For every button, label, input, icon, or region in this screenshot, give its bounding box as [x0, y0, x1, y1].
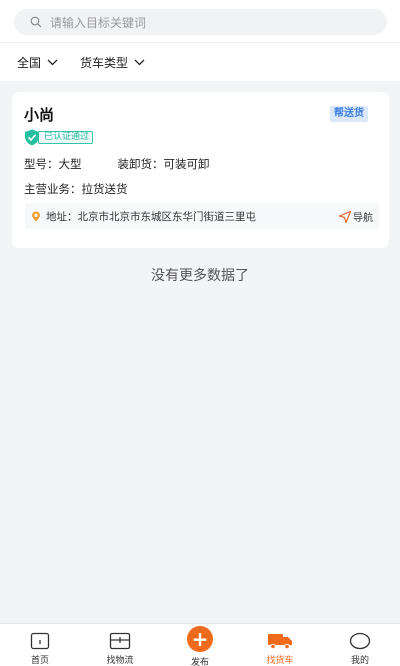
service-badge: 帮送货: [330, 106, 368, 122]
search-icon: [30, 16, 42, 28]
model-info: 型号：大型: [24, 156, 82, 172]
search-placeholder: 请输入目标关键词: [50, 15, 147, 30]
navigate-button[interactable]: 导航: [339, 209, 373, 224]
loading-info: 装卸货：可装可卸: [118, 156, 210, 172]
filter-truck-type-label: 货车类型: [80, 56, 129, 70]
plus-icon: +: [187, 626, 213, 652]
business-info: 主营业务：拉货送货: [24, 181, 128, 197]
tab-logistics[interactable]: 找物流: [80, 624, 160, 666]
navigate-label: 导航: [353, 213, 373, 224]
top-bar: 请输入目标关键词 全国 货车类型: [0, 0, 400, 81]
address-bar: 地址： 北京市北京市东城区东华门街道三里屯 导航: [25, 203, 379, 229]
driver-name: 小尚: [24, 106, 55, 124]
navigation-arrow-icon: [339, 210, 351, 223]
bottom-tab-bar: 首页 找物流 + 发布 找货车 我的: [0, 623, 400, 666]
loading-label: 装卸货：: [117, 157, 164, 171]
search-bar[interactable]: 请输入目标关键词: [14, 9, 387, 35]
verified-text: 已认证通过: [38, 131, 94, 144]
tab-mine[interactable]: 我的: [320, 624, 400, 666]
filter-region[interactable]: 全国: [17, 54, 58, 71]
home-icon: [30, 632, 50, 650]
filter-bar: 全国 货车类型: [17, 54, 167, 71]
location-pin-icon: [32, 211, 40, 221]
chevron-down-icon: [47, 59, 58, 66]
model-value: 大型: [58, 157, 82, 171]
filter-region-label: 全国: [17, 56, 42, 70]
filter-truck-type[interactable]: 货车类型: [80, 54, 145, 71]
divider: [0, 42, 400, 43]
model-label: 型号：: [24, 157, 59, 171]
shield-check-icon: [25, 129, 39, 146]
tab-publish-label: 发布: [190, 658, 209, 666]
truck-card[interactable]: 小尚 帮送货 已认证通过 型号：大型 装卸货：可装可卸 主营业务：拉货送货 地址…: [12, 92, 389, 248]
spec-row: 型号：大型 装卸货：可装可卸: [24, 156, 246, 172]
tab-find-truck-label: 找货车: [266, 656, 294, 666]
chevron-down-icon: [134, 59, 145, 66]
address-label: 地址：: [46, 210, 78, 223]
business-label: 主营业务：: [24, 182, 82, 196]
truck-icon: [268, 634, 292, 650]
verified-badge: 已认证通过: [24, 129, 94, 146]
loading-value: 可装可卸: [163, 157, 210, 171]
tab-mine-label: 我的: [350, 656, 369, 666]
box-icon: [109, 632, 131, 650]
business-value: 拉货送货: [81, 182, 128, 196]
tab-find-truck[interactable]: 找货车: [240, 624, 320, 666]
tab-publish[interactable]: + 发布: [160, 624, 240, 666]
tab-home[interactable]: 首页: [0, 624, 80, 666]
tab-home-label: 首页: [30, 656, 49, 666]
tab-logistics-label: 找物流: [106, 656, 134, 666]
profile-icon: [349, 632, 371, 650]
no-more-data-text: 没有更多数据了: [151, 268, 249, 284]
address-value: 北京市北京市东城区东华门街道三里屯: [77, 210, 257, 223]
